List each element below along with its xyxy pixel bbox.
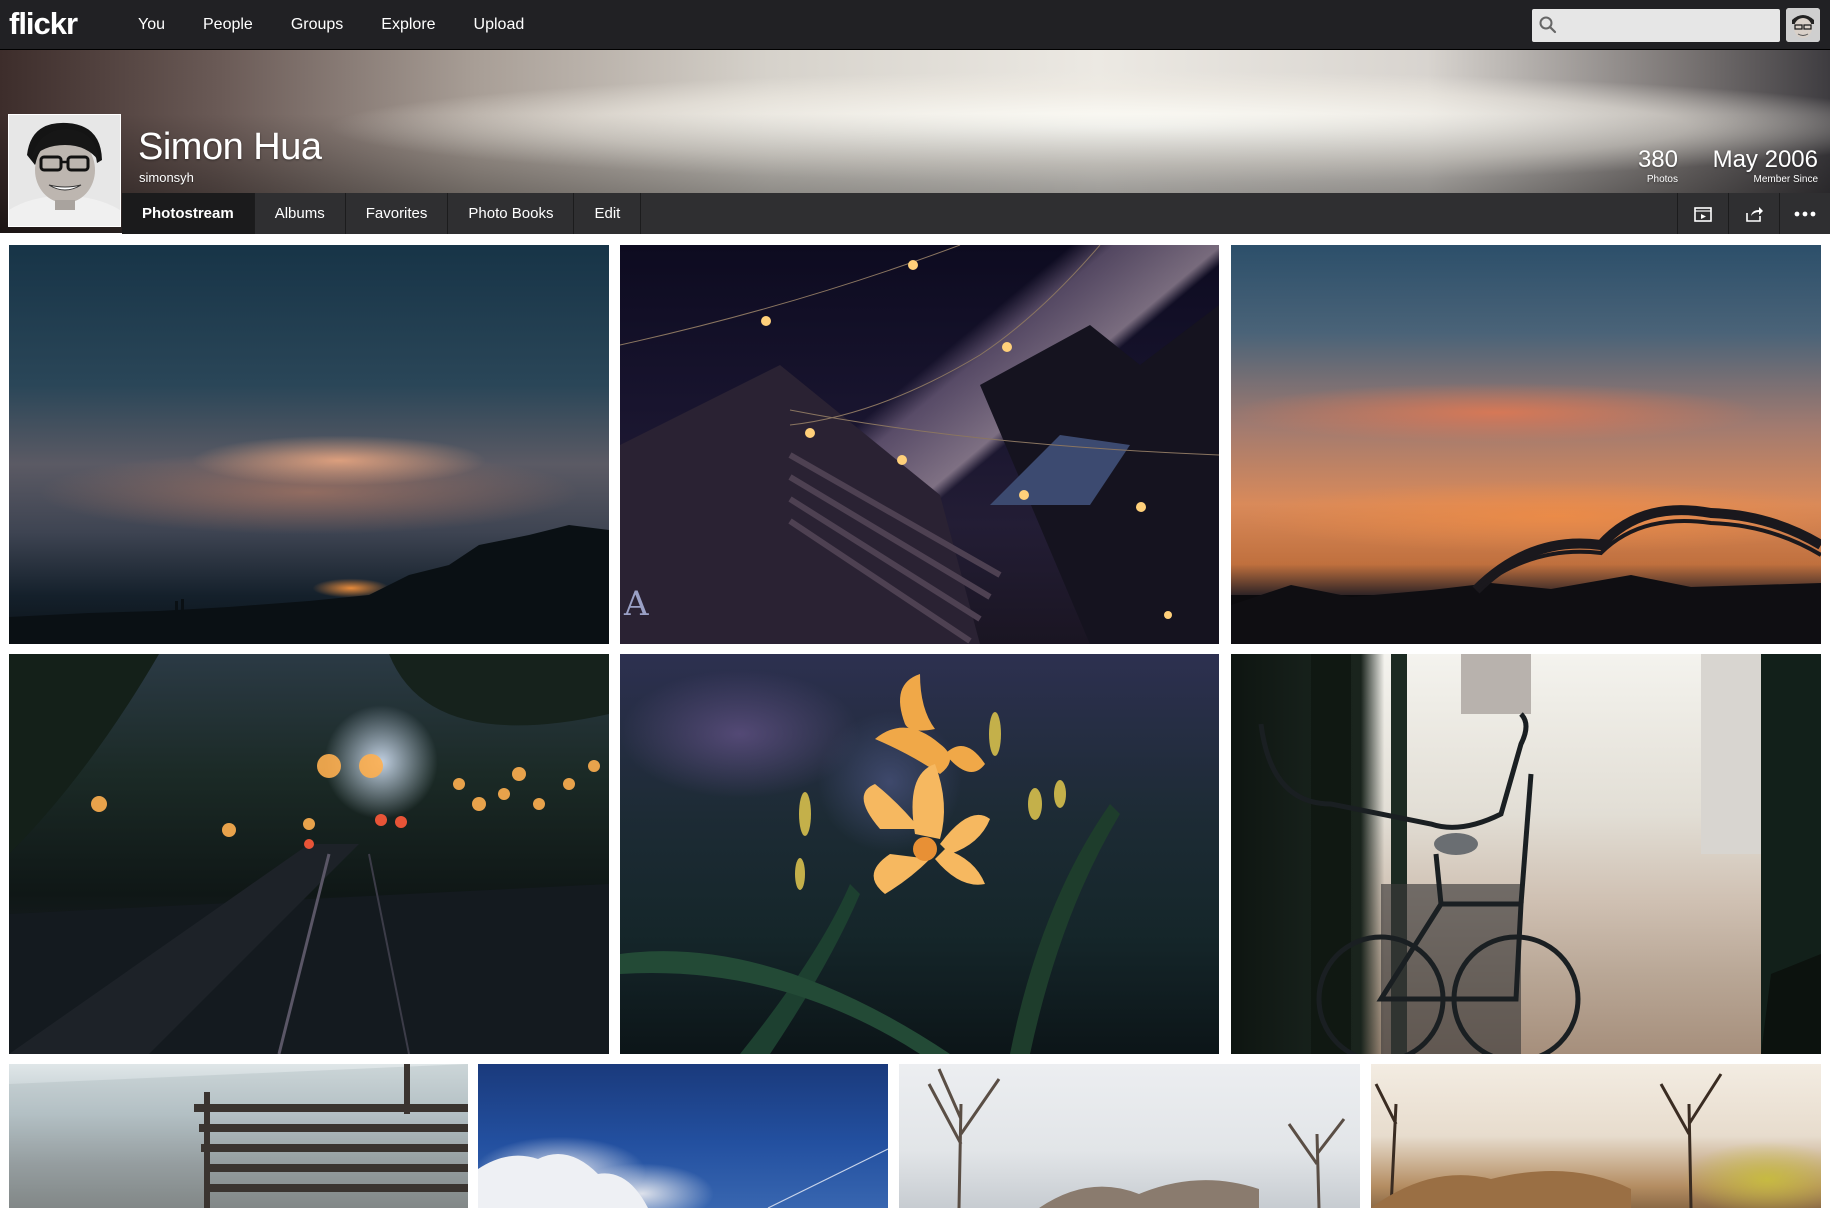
- slideshow-button[interactable]: [1677, 193, 1728, 234]
- top-navigation-bar: flickr You People Groups Explore Upload: [0, 0, 1830, 50]
- profile-username: simonsyh: [139, 170, 194, 185]
- nav-groups[interactable]: Groups: [272, 0, 362, 49]
- profile-name: Simon Hua: [138, 126, 322, 168]
- tab-albums[interactable]: Albums: [255, 193, 346, 234]
- photo-autumn-trees[interactable]: [1371, 1064, 1821, 1208]
- photos-label: Photos: [1646, 174, 1678, 185]
- member-since-label: Member Since: [1753, 174, 1818, 185]
- photo-bare-trees[interactable]: [899, 1064, 1360, 1208]
- profile-subnav: Photostream Albums Favorites Photo Books…: [122, 193, 1830, 234]
- photo-bench[interactable]: [9, 1064, 468, 1208]
- profile-avatar[interactable]: [8, 114, 121, 227]
- photo-sunset-bridge[interactable]: [1231, 245, 1821, 644]
- tab-favorites[interactable]: Favorites: [346, 193, 449, 234]
- photo-string-lights[interactable]: A: [620, 245, 1219, 644]
- nav-people[interactable]: People: [184, 0, 272, 49]
- photo-blue-sky[interactable]: [478, 1064, 888, 1208]
- search-icon: [1539, 16, 1557, 34]
- member-since-date: May 2006: [1712, 146, 1818, 173]
- nav-upload[interactable]: Upload: [455, 0, 544, 49]
- photo-sunset-clouds[interactable]: [9, 245, 609, 644]
- slideshow-icon: [1694, 206, 1712, 222]
- search-input[interactable]: [1532, 9, 1780, 42]
- flickr-logo[interactable]: flickr: [9, 5, 78, 43]
- tab-edit[interactable]: Edit: [574, 193, 642, 234]
- photo-orange-lily[interactable]: [620, 654, 1219, 1054]
- photo-bicycle[interactable]: [1231, 654, 1821, 1054]
- tab-photostream[interactable]: Photostream: [122, 193, 255, 234]
- share-button[interactable]: [1728, 193, 1779, 234]
- main-nav: You People Groups Explore Upload: [119, 0, 543, 49]
- more-button[interactable]: [1779, 193, 1830, 234]
- member-since-stat: May 2006 Member Since: [1700, 146, 1818, 186]
- share-icon: [1746, 206, 1763, 222]
- photos-count: 380: [1637, 146, 1678, 173]
- nav-explore[interactable]: Explore: [362, 0, 454, 49]
- profile-tabs: Photostream Albums Favorites Photo Books…: [122, 193, 642, 234]
- user-avatar[interactable]: [1786, 8, 1820, 42]
- photos-stat: 380 Photos: [1628, 146, 1678, 186]
- more-icon: [1794, 211, 1816, 216]
- nav-you[interactable]: You: [119, 0, 184, 49]
- photo-street-bokeh[interactable]: [9, 654, 609, 1054]
- tab-photo-books[interactable]: Photo Books: [448, 193, 575, 234]
- svg-text:A: A: [623, 584, 649, 624]
- subnav-actions: [1677, 193, 1830, 234]
